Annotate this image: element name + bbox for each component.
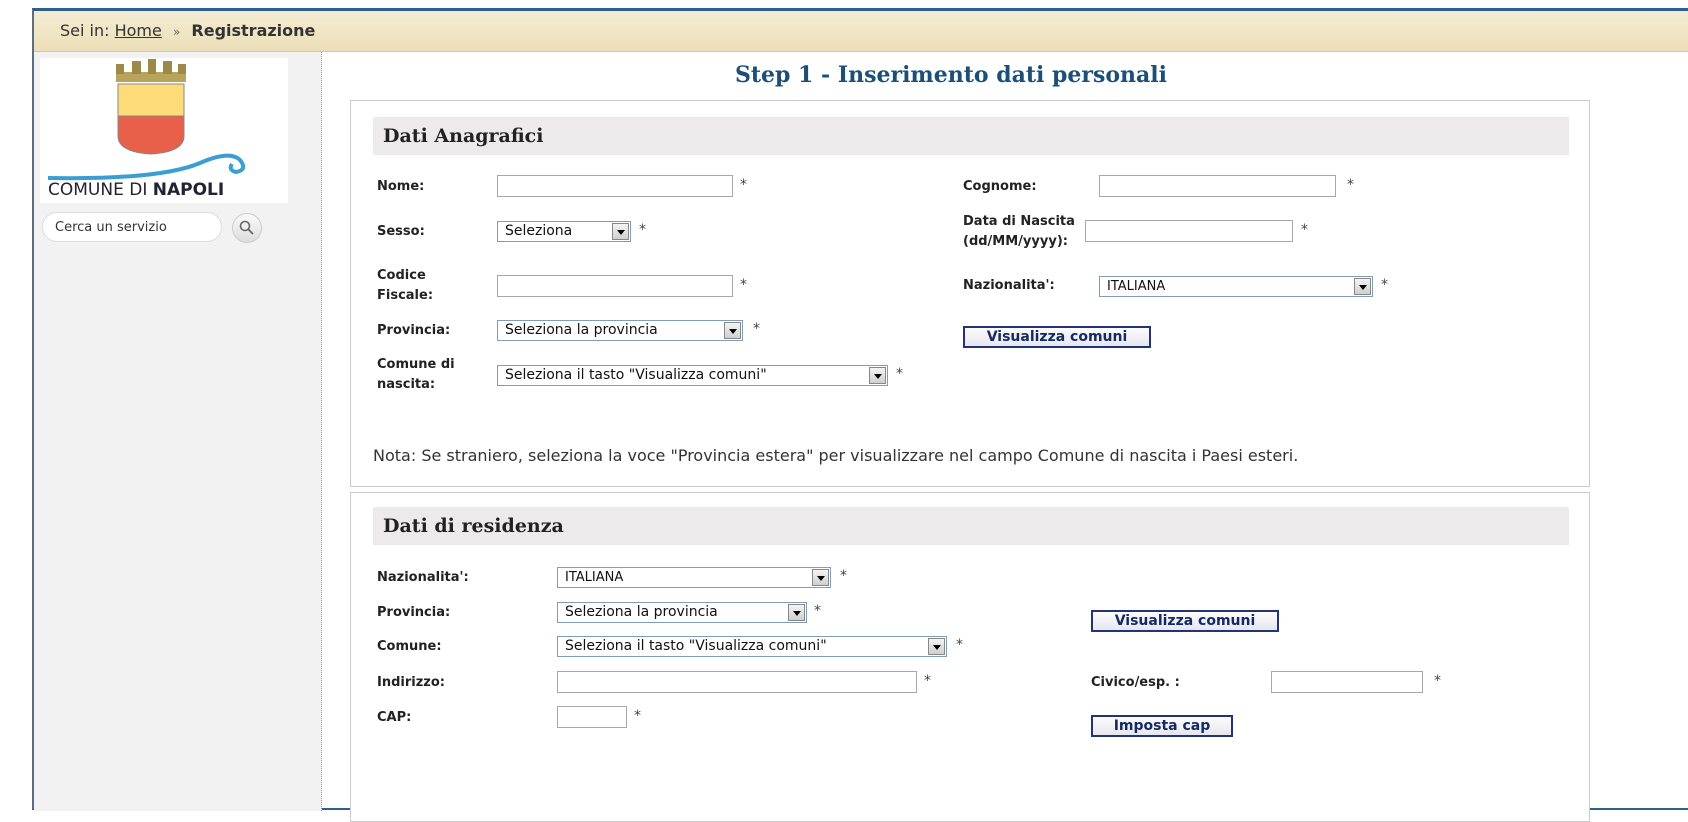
search-icon: [239, 220, 254, 235]
civico-input[interactable]: [1271, 671, 1423, 693]
chevron-down-icon: [612, 223, 629, 240]
breadcrumb: Sei in: Home » Registrazione: [34, 11, 1688, 52]
comune-nascita-select[interactable]: Seleziona il tasto "Visualizza comuni": [497, 365, 888, 386]
chevron-down-icon: [788, 604, 805, 621]
indirizzo-label: Indirizzo:: [377, 675, 445, 690]
cap-label: CAP:: [377, 710, 412, 725]
nazionalita-select-value: ITALIANA: [1107, 279, 1166, 294]
required-mark: *: [1434, 673, 1441, 689]
sesso-select[interactable]: Seleziona: [497, 221, 631, 242]
logo-text-plain: COMUNE DI: [48, 180, 153, 200]
chevron-down-icon: [869, 367, 886, 384]
codice-fiscale-input[interactable]: [497, 275, 733, 297]
chevron-down-icon: [1354, 278, 1371, 295]
breadcrumb-current: Registrazione: [191, 21, 316, 40]
residenza-panel: Dati di residenza Nazionalita': ITALIANA…: [350, 492, 1590, 822]
residenza-provincia-label: Provincia:: [377, 605, 451, 620]
residenza-nazionalita-label: Nazionalita':: [377, 570, 469, 585]
comune-nascita-label-line1: Comune di: [377, 357, 455, 372]
residenza-nazionalita-select-value: ITALIANA: [565, 570, 624, 585]
chevron-down-icon: [812, 569, 829, 586]
cap-input[interactable]: [557, 706, 627, 728]
provincia-select[interactable]: Seleziona la provincia: [497, 320, 743, 341]
data-nascita-label-line1: Data di Nascita: [963, 214, 1075, 229]
residenza-visualizza-comuni-button[interactable]: Visualizza comuni: [1091, 610, 1279, 632]
main-content: Step 1 - Inserimento dati personali Dati…: [322, 52, 1688, 822]
anagrafici-panel: Dati Anagrafici Nome: * Cognome: * Sesso…: [350, 100, 1590, 487]
residenza-comune-select-value: Seleziona il tasto "Visualizza comuni": [565, 638, 827, 654]
chevron-down-icon: [928, 638, 945, 655]
sidebar: COMUNE DI NAPOLI Cerca un servizio: [34, 52, 322, 811]
required-mark: *: [639, 222, 646, 238]
data-nascita-label-line2: (dd/MM/yyyy):: [963, 234, 1068, 249]
breadcrumb-home-link[interactable]: Home: [115, 21, 162, 40]
provincia-label: Provincia:: [377, 323, 451, 338]
required-mark: *: [840, 568, 847, 584]
cognome-input[interactable]: [1099, 175, 1336, 197]
nome-label: Nome:: [377, 179, 425, 194]
cognome-label: Cognome:: [963, 179, 1037, 194]
provincia-select-value: Seleziona la provincia: [505, 322, 658, 338]
nota-text: Nota: Se straniero, seleziona la voce "P…: [373, 446, 1299, 465]
codice-fiscale-label-line2: Fiscale:: [377, 288, 434, 303]
imposta-cap-button[interactable]: Imposta cap: [1091, 715, 1233, 737]
chevron-down-icon: [724, 322, 741, 339]
required-mark: *: [896, 366, 903, 382]
anagrafici-heading: Dati Anagrafici: [373, 117, 1569, 155]
logo-text: COMUNE DI NAPOLI: [48, 180, 224, 200]
data-nascita-input[interactable]: [1085, 220, 1293, 242]
nome-input[interactable]: [497, 175, 733, 197]
comune-nascita-label-line2: nascita:: [377, 377, 436, 392]
required-mark: *: [924, 673, 931, 689]
required-mark: *: [740, 177, 747, 193]
required-mark: *: [634, 708, 641, 724]
civico-label: Civico/esp. :: [1091, 675, 1180, 690]
nazionalita-select[interactable]: ITALIANA: [1099, 276, 1373, 297]
search-input[interactable]: Cerca un servizio: [42, 212, 222, 242]
comune-napoli-logo[interactable]: COMUNE DI NAPOLI: [40, 58, 288, 203]
codice-fiscale-label: Codice Fiscale:: [377, 266, 433, 306]
logo-text-bold: NAPOLI: [152, 180, 225, 200]
residenza-heading: Dati di residenza: [373, 507, 1569, 545]
search-button[interactable]: [232, 213, 262, 243]
residenza-nazionalita-select[interactable]: ITALIANA: [557, 567, 831, 588]
data-nascita-label: Data di Nascita (dd/MM/yyyy):: [963, 212, 1075, 252]
comune-nascita-select-value: Seleziona il tasto "Visualizza comuni": [505, 367, 767, 383]
required-mark: *: [814, 603, 821, 619]
residenza-provincia-select[interactable]: Seleziona la provincia: [557, 602, 807, 623]
page-title: Step 1 - Inserimento dati personali: [734, 62, 1168, 88]
service-search: Cerca un servizio: [42, 212, 292, 244]
visualizza-comuni-button[interactable]: Visualizza comuni: [963, 326, 1151, 348]
sesso-label: Sesso:: [377, 224, 425, 239]
required-mark: *: [956, 637, 963, 653]
required-mark: *: [1347, 177, 1354, 193]
comune-nascita-label: Comune di nascita:: [377, 355, 455, 395]
sesso-select-value: Seleziona: [505, 223, 573, 239]
required-mark: *: [1301, 222, 1308, 238]
required-mark: *: [740, 277, 747, 293]
nazionalita-label: Nazionalita':: [963, 278, 1055, 293]
breadcrumb-separator: »: [172, 25, 181, 39]
page-frame: Sei in: Home » Registrazione COMUNE DI N…: [32, 8, 1688, 822]
required-mark: *: [1381, 277, 1388, 293]
breadcrumb-prefix: Sei in:: [60, 21, 110, 40]
indirizzo-input[interactable]: [557, 671, 917, 693]
required-mark: *: [753, 321, 760, 337]
residenza-comune-label: Comune:: [377, 639, 442, 654]
codice-fiscale-label-line1: Codice: [377, 268, 426, 283]
residenza-provincia-select-value: Seleziona la provincia: [565, 604, 718, 620]
residenza-comune-select[interactable]: Seleziona il tasto "Visualizza comuni": [557, 636, 947, 657]
